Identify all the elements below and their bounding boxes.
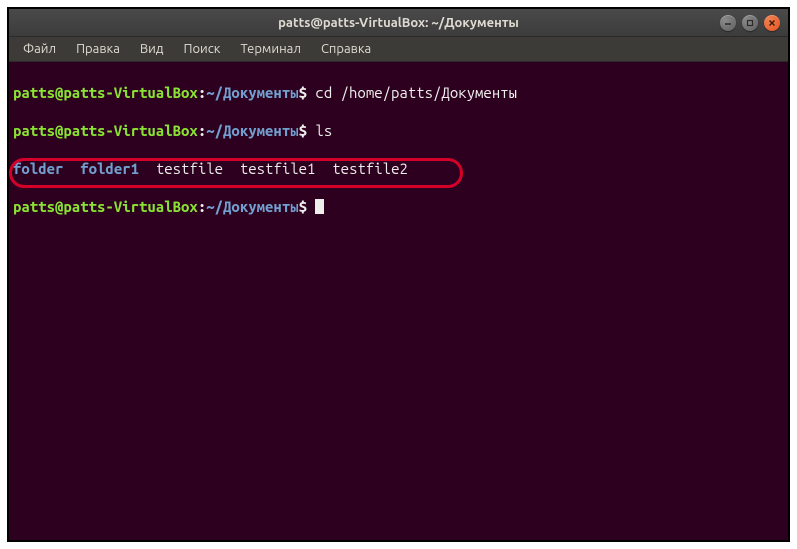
terminal-window: patts@patts-VirtualBox: ~/Документы Файл… (7, 7, 790, 542)
prompt-colon: : (198, 198, 206, 215)
menu-terminal[interactable]: Терминал (230, 39, 310, 59)
menu-edit[interactable]: Правка (66, 39, 130, 59)
command-ls: ls (307, 122, 332, 139)
titlebar: patts@patts-VirtualBox: ~/Документы (9, 9, 788, 37)
prompt-user-host: patts@patts-VirtualBox (13, 84, 198, 101)
menu-search[interactable]: Поиск (173, 39, 230, 59)
maximize-icon (746, 19, 754, 27)
cursor-block (315, 199, 324, 214)
terminal-line-1: patts@patts-VirtualBox:~/Документы$ cd /… (13, 83, 784, 102)
prompt-symbol: $ (299, 122, 307, 139)
ls-directory: folder (13, 160, 63, 177)
terminal-body[interactable]: patts@patts-VirtualBox:~/Документы$ cd /… (9, 62, 788, 540)
minimize-button[interactable] (720, 15, 736, 31)
terminal-line-2: patts@patts-VirtualBox:~/Документы$ ls (13, 121, 784, 140)
close-button[interactable] (764, 15, 780, 31)
prompt-symbol: $ (299, 84, 307, 101)
prompt-user-host: patts@patts-VirtualBox (13, 122, 198, 139)
prompt-path: ~/Документы (206, 198, 298, 215)
menu-help[interactable]: Справка (311, 39, 381, 59)
menu-view[interactable]: Вид (130, 39, 174, 59)
close-icon (768, 19, 776, 27)
window-controls (720, 15, 780, 31)
prompt-colon: : (198, 84, 206, 101)
menu-file[interactable]: Файл (13, 39, 66, 59)
ls-file: testfile2 (332, 160, 408, 177)
ls-file: testfile1 (240, 160, 316, 177)
terminal-line-3-ls-output: folder folder1 testfile testfile1 testfi… (13, 159, 784, 178)
maximize-button[interactable] (742, 15, 758, 31)
minimize-icon (724, 19, 732, 27)
window-title: patts@patts-VirtualBox: ~/Документы (278, 16, 519, 30)
menubar: Файл Правка Вид Поиск Терминал Справка (9, 37, 788, 62)
prompt-symbol: $ (299, 198, 307, 215)
prompt-colon: : (198, 122, 206, 139)
ls-file: testfile (156, 160, 223, 177)
ls-directory: folder1 (80, 160, 139, 177)
prompt-path: ~/Документы (206, 122, 298, 139)
command-cd: cd /home/patts/Документы (307, 84, 517, 101)
command-empty (307, 198, 315, 215)
terminal-line-4: patts@patts-VirtualBox:~/Документы$ (13, 197, 784, 216)
prompt-user-host: patts@patts-VirtualBox (13, 198, 198, 215)
prompt-path: ~/Документы (206, 84, 298, 101)
